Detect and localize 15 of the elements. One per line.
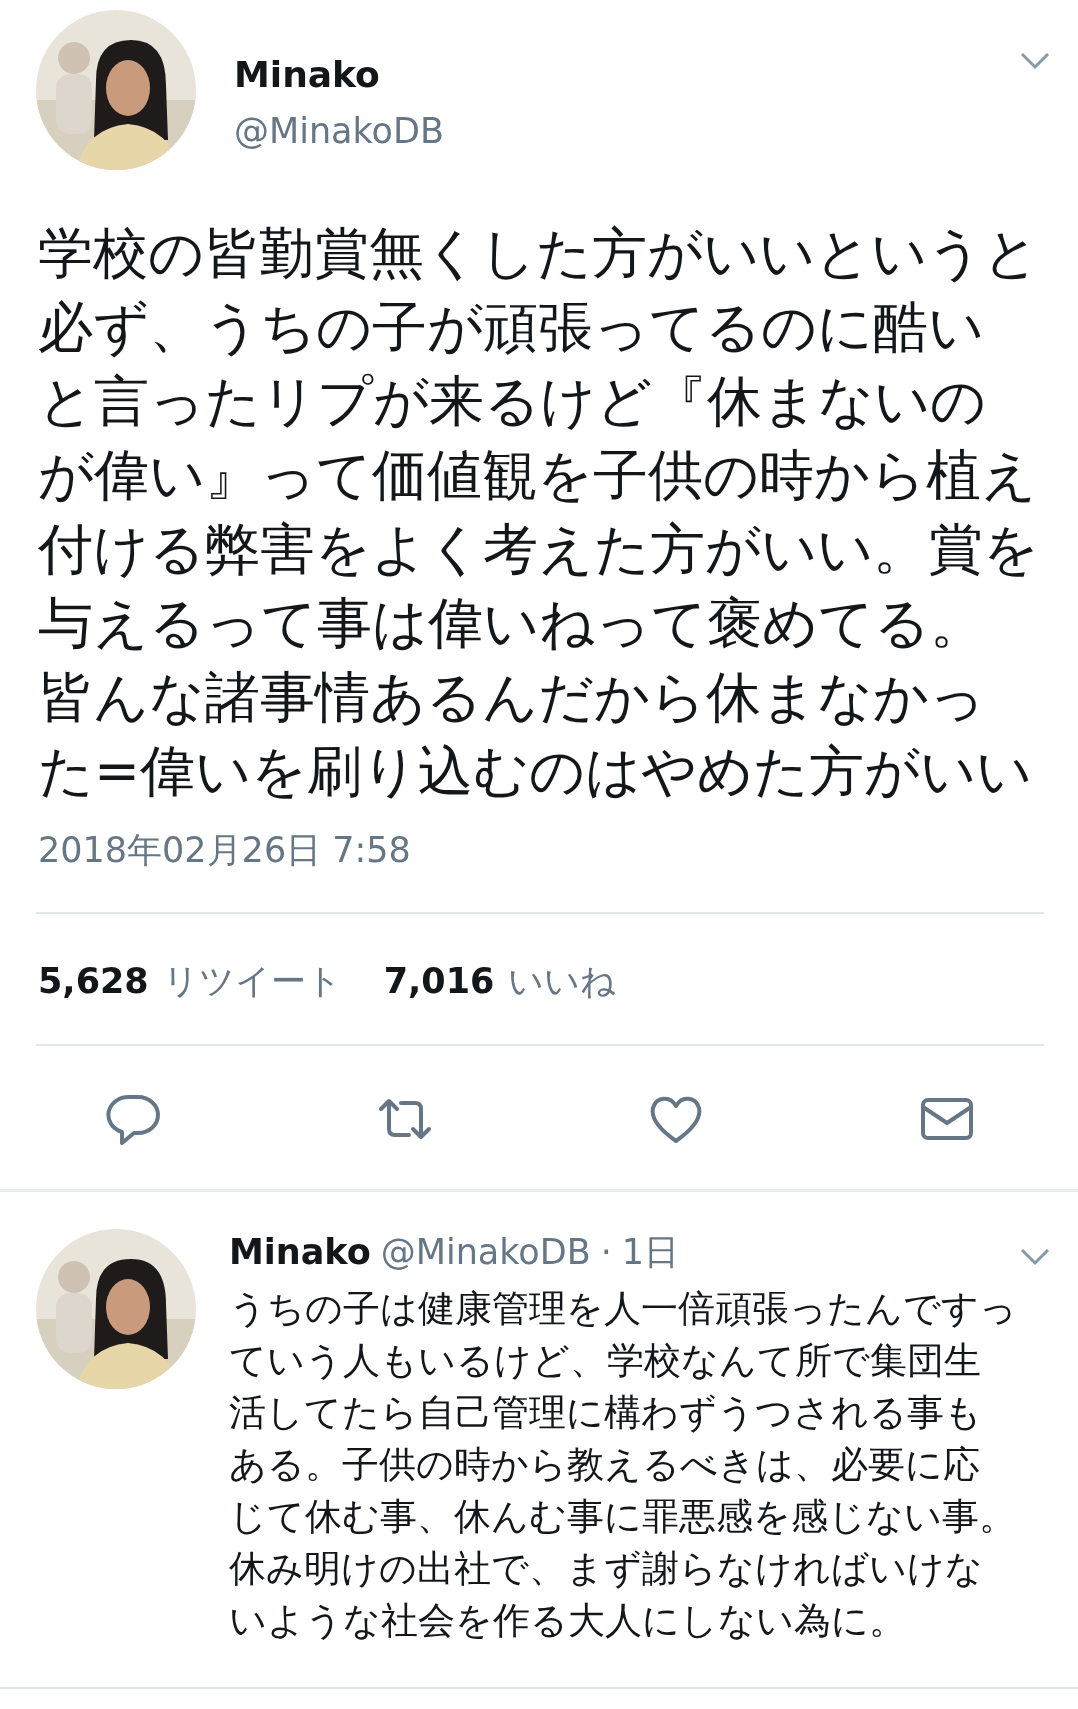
stat-label[interactable]: いいね xyxy=(508,959,617,1003)
chevron-down-icon[interactable] xyxy=(1020,1248,1050,1266)
stat-count[interactable]: 5,628 xyxy=(38,959,149,1003)
timestamp: 2018年02月26日 7:58 xyxy=(38,829,411,872)
author-handle[interactable]: @MinakoDB xyxy=(234,109,444,153)
stat-label[interactable]: リツイート xyxy=(162,959,342,1003)
author-name[interactable]: Minako xyxy=(234,53,380,97)
chevron-down-icon[interactable] xyxy=(1020,52,1050,70)
separator-dot: · xyxy=(600,1232,612,1272)
author-handle[interactable]: @MinakoDB xyxy=(380,1232,591,1272)
stat-count[interactable]: 7,016 xyxy=(383,959,495,1003)
author-name[interactable]: Minako xyxy=(229,1232,371,1272)
reply-time[interactable]: 1日 xyxy=(621,1228,680,1276)
tweet-text: 学校の皆勤賞無くした方がいいというと必ず、うちの子が頑張ってるのに酷いと言ったリプが来るけど『休まないのが偉い』って価値観を子供の時から植え付ける弊害をよく考えた方がいい。賞を与えるって事は偉いねって褒めてる。皆んな諸事情あるんだから休まなかった=偉いを刷り込むのはやめた方がいい xyxy=(38,220,1039,805)
reply-text: うちの子は健康管理を人一倍頑張ったんですっていう人もいるけど、学校なんて所で集団生活してたら自己管理に構わずうつされる事もある。子供の時から教えるべきは、必要に応じて休む事、休んむ事に罪悪感を感じない事。休み明けの出社で、まず謝らなければいけないような社会を作る大人にしない為に。 xyxy=(229,1286,1018,1644)
